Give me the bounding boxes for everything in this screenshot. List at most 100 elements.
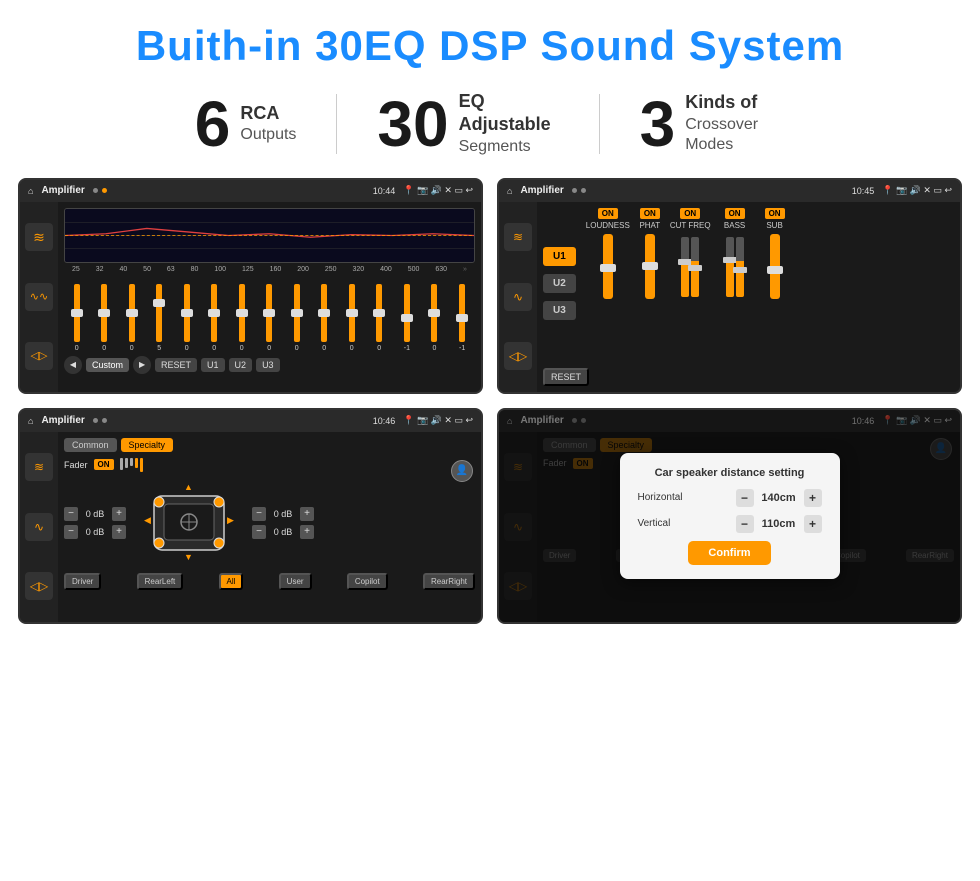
u2-btn-1[interactable]: U2 (229, 358, 253, 372)
cross-btn-1[interactable]: ≋ (504, 223, 532, 251)
bass-on: ON (725, 208, 745, 219)
eq-slider-col: 0 (294, 284, 300, 352)
horizontal-plus[interactable]: + (804, 489, 822, 507)
eq-btn-1[interactable]: ≋ (25, 223, 53, 251)
loudness-on: ON (598, 208, 618, 219)
tab-common-3[interactable]: Common (64, 438, 117, 452)
home-icon-1[interactable]: ⌂ (28, 186, 33, 196)
stat-label-eq1: EQ Adjustable (459, 90, 559, 137)
bass-label: BASS (724, 221, 745, 230)
user-btn[interactable]: User (279, 573, 312, 590)
db-val-1: 0 dB (81, 509, 109, 519)
screen-eq: ⌂ Amplifier 10:44 📍 📷 🔊 ✕ ▭ ↩ ≋ ∿∿ ◁▷ (18, 178, 483, 394)
dot1 (93, 188, 98, 193)
rear-left-btn[interactable]: RearLeft (137, 573, 184, 590)
sub-label: SUB (766, 221, 782, 230)
spk-btn-1[interactable]: ≋ (25, 453, 53, 481)
confirm-button[interactable]: Confirm (688, 541, 770, 565)
horizontal-ctrl: − 140cm + (736, 489, 822, 507)
dialog-row-vertical: Vertical − 110cm + (638, 515, 822, 533)
slider-track[interactable] (74, 284, 80, 342)
stat-eq: 30 EQ Adjustable Segments (337, 90, 598, 158)
custom-btn[interactable]: Custom (86, 358, 129, 372)
plus-3[interactable]: + (300, 507, 314, 521)
u-buttons: U1 U2 U3 (543, 208, 576, 360)
dialog-title: Car speaker distance setting (638, 467, 822, 479)
eq-slider-col: 0 (431, 284, 437, 352)
home-icon-2[interactable]: ⌂ (507, 186, 512, 196)
spk-btn-2[interactable]: ∿ (25, 513, 53, 541)
horizontal-minus[interactable]: − (736, 489, 754, 507)
eq-slider-col: 0 (101, 284, 107, 352)
reset-btn-2[interactable]: RESET (543, 368, 589, 386)
sub-ctrl: ON SUB (759, 208, 791, 360)
eq-slider-col: 0 (376, 284, 382, 352)
cross-btn-2[interactable]: ∿ (504, 283, 532, 311)
app-name-1: Amplifier (41, 185, 84, 196)
u3-select-btn[interactable]: U3 (543, 301, 576, 320)
db-val-2: 0 dB (81, 527, 109, 537)
fader-on: ON (94, 459, 114, 470)
loudness-slider[interactable] (603, 234, 613, 299)
app-name-3: Amplifier (41, 415, 84, 426)
eq-slider-col: 0 (239, 284, 245, 352)
eq-slider-col: 5 (156, 284, 162, 352)
dialog-row-horizontal: Horizontal − 140cm + (638, 489, 822, 507)
vertical-minus[interactable]: − (736, 515, 754, 533)
u1-select-btn[interactable]: U1 (543, 247, 576, 266)
all-btn[interactable]: All (219, 573, 244, 590)
bass-slider-g[interactable] (736, 237, 744, 297)
eq-slider-col: 0 (266, 284, 272, 352)
tab-specialty-3[interactable]: Specialty (121, 438, 174, 452)
speaker-bottom-btns: Driver RearLeft All User Copilot RearRig… (64, 573, 475, 590)
phat-label: PHAT (639, 221, 660, 230)
play-next-btn[interactable]: ▶ (133, 356, 151, 374)
copilot-btn[interactable]: Copilot (347, 573, 388, 590)
eq-slider-col: 0 (211, 284, 217, 352)
spk-btn-3[interactable]: ◁▷ (25, 572, 53, 600)
minus-3[interactable]: − (252, 507, 266, 521)
play-prev-btn[interactable]: ◀ (64, 356, 82, 374)
sub-slider[interactable] (770, 234, 780, 299)
eq-sliders-row: 0 0 0 5 (64, 277, 475, 352)
speaker-main: 👤 Common Specialty Fader ON (58, 432, 481, 622)
u1-btn-1[interactable]: U1 (201, 358, 225, 372)
eq-slider-col: -1 (459, 284, 465, 352)
eq-btn-2[interactable]: ∿∿ (25, 283, 53, 311)
stat-crossover: 3 Kinds of Crossover Modes (600, 91, 826, 156)
phat-slider[interactable] (645, 234, 655, 299)
vertical-plus[interactable]: + (804, 515, 822, 533)
rear-right-btn[interactable]: RearRight (423, 573, 475, 590)
u3-btn-1[interactable]: U3 (256, 358, 280, 372)
cross-left-sidebar: ≋ ∿ ◁▷ (499, 202, 537, 392)
minus-2[interactable]: − (64, 525, 78, 539)
eq-content: ≋ ∿∿ ◁▷ (20, 202, 481, 392)
cutfreq-slider-g[interactable] (691, 237, 699, 297)
minus-1[interactable]: − (64, 507, 78, 521)
speaker-content: ≋ ∿ ◁▷ 👤 Common Specialty Fader ON (20, 432, 481, 622)
eq-btn-3[interactable]: ◁▷ (25, 342, 53, 370)
crossover-main: U1 U2 U3 ON LOUDNESS (537, 202, 960, 392)
home-icon-3[interactable]: ⌂ (28, 416, 33, 426)
minus-4[interactable]: − (252, 525, 266, 539)
cutfreq-on: ON (680, 208, 700, 219)
eq-slider-col: 0 (129, 284, 135, 352)
profile-icon-3[interactable]: 👤 (451, 460, 473, 482)
plus-1[interactable]: + (112, 507, 126, 521)
stat-rca: 6 RCA Outputs (155, 92, 337, 156)
svg-text:▼: ▼ (184, 552, 193, 562)
eq-main: 25 32 40 50 63 80 100 125 160 200 250 32… (58, 202, 481, 392)
driver-btn[interactable]: Driver (64, 573, 101, 590)
plus-2[interactable]: + (112, 525, 126, 539)
reset-btn-1[interactable]: RESET (155, 358, 197, 372)
u2-select-btn[interactable]: U2 (543, 274, 576, 293)
eq-slider-col: 0 (184, 284, 190, 352)
status-icons-2: 📍 📷 🔊 ✕ ▭ ↩ (882, 185, 952, 196)
sub-on: ON (765, 208, 785, 219)
screenshots-grid: ⌂ Amplifier 10:44 📍 📷 🔊 ✕ ▭ ↩ ≋ ∿∿ ◁▷ (0, 172, 980, 634)
cross-btn-3[interactable]: ◁▷ (504, 342, 532, 370)
eq-graph (64, 208, 475, 263)
time-3: 10:46 (373, 416, 396, 426)
car-diagram: ◀ ▶ ▲ ▼ (134, 478, 244, 568)
plus-4[interactable]: + (300, 525, 314, 539)
